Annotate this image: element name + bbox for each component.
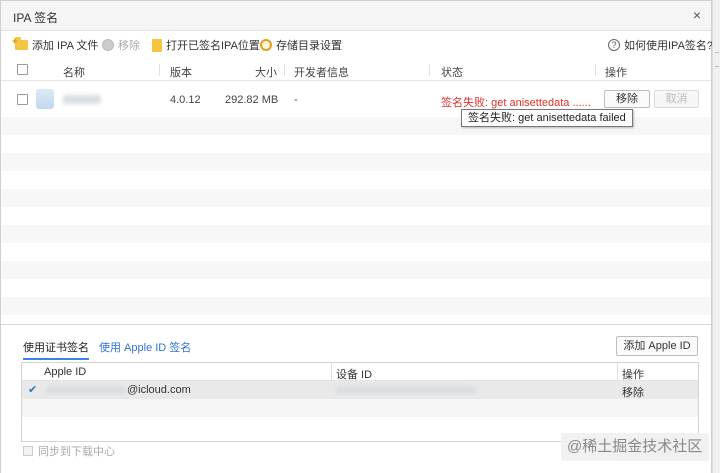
sync-download-option[interactable]: 同步到下载中心	[23, 443, 115, 459]
device-id-redacted	[336, 386, 476, 394]
add-ipa-label: 添加 IPA 文件	[32, 40, 99, 52]
tab-certificate-sign[interactable]: 使用证书签名	[23, 339, 89, 360]
header-divider	[429, 64, 430, 76]
header-device-id: 设备 ID	[336, 369, 373, 381]
open-signed-folder-button[interactable]: 打开已签名IPA位置	[152, 37, 260, 53]
check-icon: ✔	[28, 384, 38, 396]
header-name: 名称	[63, 67, 85, 79]
gear-icon	[260, 39, 272, 51]
remove-button[interactable]: 移除	[102, 37, 140, 53]
header-divider	[331, 363, 332, 381]
header-action: 操作	[605, 67, 627, 79]
apple-id-remove-link[interactable]: 移除	[622, 384, 644, 400]
header-divider	[617, 363, 618, 381]
close-icon[interactable]: ×	[693, 7, 701, 23]
sync-checkbox[interactable]	[23, 446, 33, 456]
header-apple-id: Apple ID	[44, 366, 87, 378]
storage-settings-button[interactable]: 存储目录设置	[260, 37, 342, 53]
header-developer: 开发者信息	[294, 67, 349, 79]
open-signed-label: 打开已签名IPA位置	[166, 40, 260, 52]
remove-label: 移除	[118, 40, 140, 52]
row-developer: -	[294, 94, 298, 106]
scrollbar[interactable]	[712, 0, 720, 473]
header-version: 版本	[170, 67, 192, 79]
status-error-text[interactable]: 签名失败: get anisettedata ......	[441, 94, 591, 110]
empty-row	[1, 225, 711, 243]
scroll-tick	[715, 66, 719, 67]
storage-settings-label: 存储目录设置	[276, 40, 342, 52]
header-size: 大小	[255, 67, 277, 79]
folder-add-icon: +	[12, 36, 28, 50]
empty-row	[22, 399, 698, 417]
row-version: 4.0.12	[170, 94, 201, 106]
folder-open-icon	[152, 38, 162, 52]
app-icon	[36, 89, 54, 109]
help-label: 如何使用IPA签名?	[624, 40, 714, 52]
help-icon: ?	[608, 39, 620, 51]
apple-id-row[interactable]: ✔ @icloud.com 移除	[22, 381, 698, 399]
header-divider	[595, 64, 596, 76]
window-title: IPA 签名	[13, 11, 59, 25]
apple-id-redacted	[46, 386, 126, 394]
row-remove-button[interactable]: 移除	[604, 90, 650, 108]
toolbar: + 添加 IPA 文件 移除 打开已签名IPA位置 存储目录设置 ? 如何使用I…	[1, 31, 713, 59]
sign-method-tabs: 使用证书签名 使用 Apple ID 签名	[23, 339, 191, 360]
apple-id-table-header: Apple ID 设备 ID 操作	[22, 363, 698, 381]
watermark: @稀土掘金技术社区	[561, 433, 709, 461]
tab-apple-id-sign[interactable]: 使用 Apple ID 签名	[99, 339, 191, 360]
select-all-checkbox[interactable]	[17, 64, 28, 75]
help-link[interactable]: ? 如何使用IPA签名?	[608, 37, 713, 53]
row-cancel-button[interactable]: 取消	[654, 90, 699, 108]
header-divider	[284, 64, 285, 76]
app-name-redacted	[63, 95, 101, 104]
empty-row	[1, 261, 711, 279]
status-tooltip: 签名失败: get anisettedata failed	[461, 109, 633, 127]
empty-row	[1, 189, 711, 207]
header-divider	[159, 64, 160, 76]
header-id-action: 操作	[622, 369, 644, 381]
title-bar: IPA 签名 ×	[1, 1, 711, 31]
empty-row	[1, 153, 711, 171]
ipa-sign-window: IPA 签名 × + 添加 IPA 文件 移除 打开已签名IPA位置 存储目录设…	[0, 0, 713, 473]
table-header: 名称 版本 大小 开发者信息 状态 操作	[1, 59, 711, 81]
apple-id-table: Apple ID 设备 ID 操作 ✔ @icloud.com 移除	[21, 362, 699, 442]
add-apple-id-button[interactable]: 添加 Apple ID	[616, 336, 698, 356]
add-ipa-button[interactable]: + 添加 IPA 文件	[12, 36, 99, 53]
header-status: 状态	[441, 67, 463, 79]
row-size: 292.82 MB	[225, 94, 279, 106]
empty-row	[1, 297, 711, 315]
apple-id-email-suffix: @icloud.com	[127, 384, 191, 396]
sync-label: 同步到下载中心	[38, 446, 115, 458]
scroll-tick	[715, 52, 719, 53]
row-checkbox[interactable]	[17, 94, 28, 105]
remove-circle-icon	[102, 39, 114, 51]
